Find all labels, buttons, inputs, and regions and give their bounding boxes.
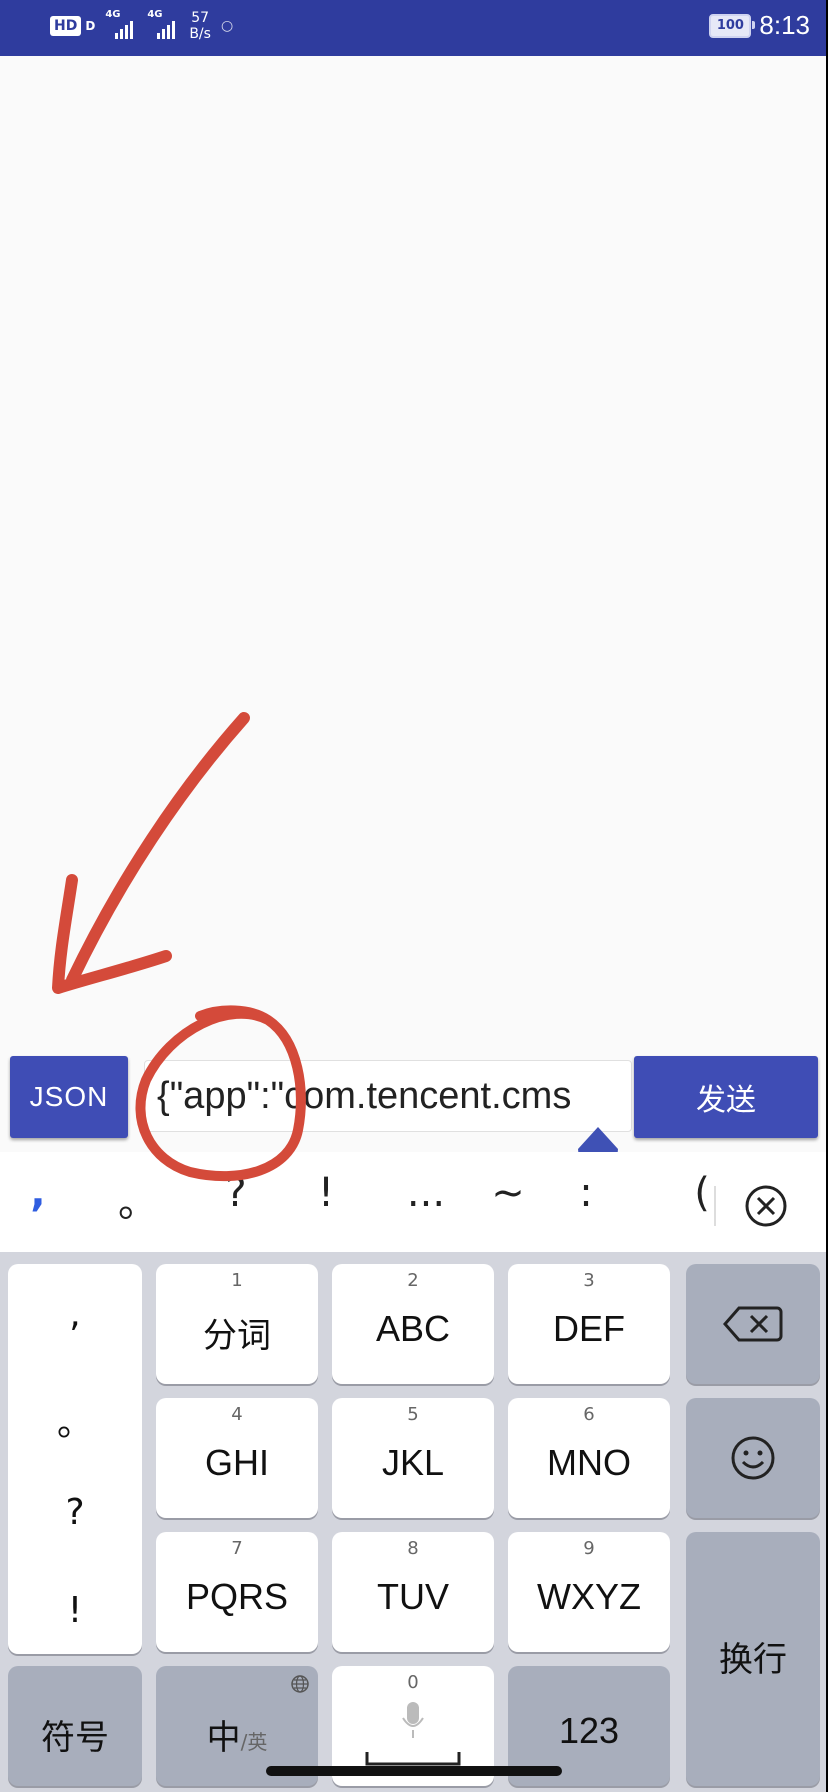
enter-key[interactable]: 换行 [686, 1532, 820, 1786]
key-num: 0 [407, 1672, 419, 1693]
key-9[interactable]: 9 WXYZ [508, 1532, 670, 1652]
key-label: TUV [377, 1576, 449, 1617]
punct-exclaim[interactable]: ! [296, 1170, 356, 1216]
key-2[interactable]: 2 ABC [332, 1264, 494, 1384]
compose-bar: JSON {"app":"com.tencent.cms 发送 [0, 1050, 826, 1142]
key-label: DEF [553, 1308, 625, 1349]
punct-period[interactable]: 。 [108, 1170, 168, 1228]
globe-icon [291, 1675, 309, 1693]
status-left: HD D 4G 4G 57 B/s ○ [50, 9, 234, 42]
key-num: 5 [407, 1404, 419, 1425]
symbols-key[interactable]: 符号 [8, 1666, 142, 1786]
hd-sub: D [85, 19, 96, 33]
home-indicator[interactable] [266, 1766, 562, 1776]
status-bar: HD D 4G 4G 57 B/s ○ 100 8:13 [0, 0, 826, 56]
key-6[interactable]: 6 MNO [508, 1398, 670, 1518]
send-button[interactable]: 发送 [634, 1056, 818, 1138]
side-punct-period[interactable]: 。 [8, 1394, 142, 1446]
divider [714, 1186, 716, 1226]
key-5[interactable]: 5 JKL [332, 1398, 494, 1518]
mic-icon [402, 1702, 424, 1738]
key-label: 分词 [203, 1316, 271, 1356]
screen: HD D 4G 4G 57 B/s ○ 100 8:13 JSON {"app"… [0, 0, 828, 1792]
key-3[interactable]: 3 DEF [508, 1264, 670, 1384]
annotation-arrow [52, 712, 250, 994]
status-right: 100 8:13 [709, 10, 810, 41]
key-label: JKL [381, 1442, 445, 1483]
key-num: 8 [407, 1538, 419, 1559]
json-button[interactable]: JSON [10, 1056, 128, 1138]
signal-icon: 4G [105, 9, 137, 39]
key-label: MNO [547, 1442, 631, 1483]
key-1[interactable]: 1 分词 [156, 1264, 318, 1384]
enter-label: 换行 [719, 1640, 787, 1680]
net-speed-value: 57 [191, 10, 210, 26]
punct-paren[interactable]: ( [672, 1170, 732, 1216]
signal-icon: 4G [147, 9, 179, 39]
net-speed: 57 B/s [189, 10, 211, 42]
settings-icon: ○ [220, 18, 234, 34]
side-punct-question[interactable]: ? [8, 1492, 142, 1533]
key-7[interactable]: 7 PQRS [156, 1532, 318, 1652]
key-num: 7 [231, 1538, 243, 1559]
hd-badge: HD [50, 16, 82, 36]
close-circle-icon[interactable] [744, 1184, 788, 1228]
emoji-icon [731, 1436, 775, 1480]
punct-tilde[interactable]: ~ [478, 1170, 538, 1216]
key-num: 2 [407, 1270, 419, 1291]
battery-icon: 100 [709, 13, 756, 38]
message-input[interactable]: {"app":"com.tencent.cms [144, 1060, 632, 1132]
backspace-icon [723, 1306, 783, 1342]
punct-ellipsis[interactable]: ... [396, 1170, 456, 1216]
key-label: GHI [204, 1442, 269, 1483]
side-punct-column[interactable]: , 。 ? ! [8, 1264, 142, 1654]
side-punct-comma[interactable]: , [8, 1294, 142, 1335]
punct-question[interactable]: ? [206, 1170, 266, 1216]
key-8[interactable]: 8 TUV [332, 1532, 494, 1652]
net-speed-unit: B/s [189, 26, 211, 42]
key-num: 4 [231, 1404, 243, 1425]
punct-colon[interactable]: : [556, 1170, 616, 1216]
clock: 8:13 [759, 10, 810, 40]
key-num: 3 [583, 1270, 595, 1291]
key-num: 9 [583, 1538, 595, 1559]
side-punct-exclaim[interactable]: ! [8, 1590, 142, 1631]
key-label: ABC [375, 1308, 451, 1349]
numbers-label: 123 [558, 1710, 620, 1751]
symbols-label: 符号 [41, 1718, 109, 1758]
backspace-key[interactable] [686, 1264, 820, 1384]
key-num: 6 [583, 1404, 595, 1425]
emoji-key[interactable] [686, 1398, 820, 1518]
key-num: 1 [231, 1270, 243, 1291]
key-label: WXYZ [537, 1576, 641, 1617]
key-4[interactable]: 4 GHI [156, 1398, 318, 1518]
key-label: PQRS [185, 1576, 289, 1617]
punct-comma[interactable]: , [8, 1170, 68, 1216]
language-sub: /英 [240, 1730, 268, 1754]
punctuation-bar: , 。 ? ! ... ~ : ( [0, 1152, 826, 1252]
language-main: 中 [206, 1718, 241, 1758]
language-label: 中/英 [156, 1710, 318, 1759]
keyboard: , 。 ? ! 1 分词 2 ABC 3 DEF 4 GHI 5 JKL 6 M… [0, 1252, 826, 1792]
